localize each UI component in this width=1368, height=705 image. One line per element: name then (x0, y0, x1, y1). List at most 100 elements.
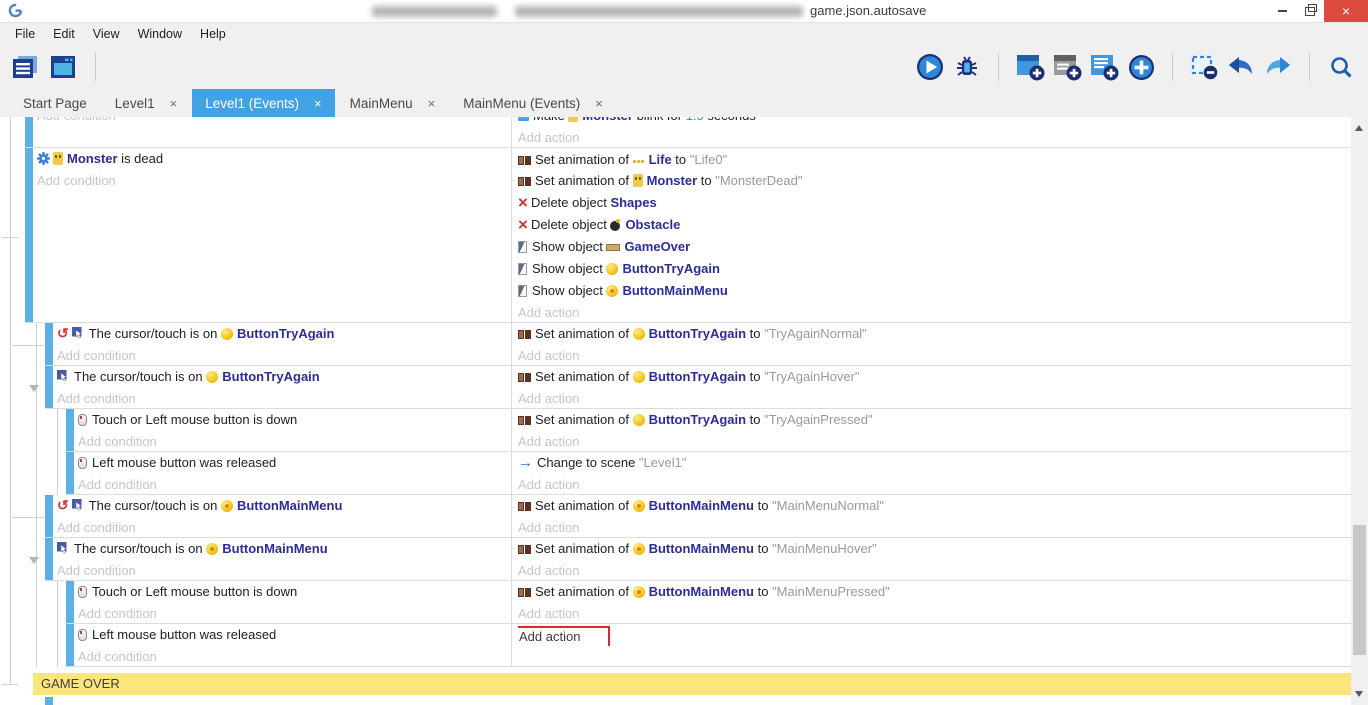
gdevelop-window: game.json.autosave × FileEditViewWindowH… (0, 0, 1368, 705)
project-manager-icon[interactable] (10, 51, 40, 83)
add-condition-placeholder[interactable]: Add condition (57, 388, 511, 408)
collapse-arrow-icon[interactable] (29, 385, 39, 392)
undo-icon[interactable] (1226, 51, 1256, 83)
search-icon[interactable] (1326, 51, 1356, 83)
add-action-placeholder[interactable]: Add action (518, 388, 1351, 408)
window-controls: × (1268, 0, 1368, 22)
condition-row[interactable]: Left mouse button was released (78, 624, 511, 646)
text-segment: Touch or Left mouse button is down (92, 584, 297, 599)
add-action-placeholder[interactable]: Add action (518, 345, 1351, 365)
condition-row[interactable]: Touch or Left mouse button is down (78, 409, 511, 431)
scroll-up-icon[interactable] (1355, 125, 1363, 131)
action-row[interactable]: →Change to scene "Level1" (518, 452, 1351, 474)
action-row[interactable]: Set animation of ButtonMainMenu to "Main… (518, 538, 1351, 560)
show-icon (518, 283, 532, 298)
tab-close-icon[interactable]: × (428, 96, 436, 111)
redacted-title-segment (372, 6, 497, 17)
add-condition-placeholder[interactable]: Add condition (37, 170, 511, 191)
add-condition-placeholder[interactable]: Add condition (57, 517, 511, 537)
scene-editor-icon[interactable] (48, 51, 78, 83)
condition-row[interactable]: Left mouse button was released (78, 452, 511, 474)
menu-item-file[interactable]: File (6, 23, 44, 45)
string-value: "MainMenuPressed" (772, 584, 890, 599)
action-row[interactable]: Set animation of ButtonTryAgain to "TryA… (518, 323, 1351, 345)
scroll-down-icon[interactable] (1355, 691, 1363, 697)
condition-row[interactable]: ↺The cursor/touch is on ButtonTryAgain (57, 323, 511, 345)
scrollbar-thumb[interactable] (1353, 525, 1366, 655)
menu-item-view[interactable]: View (84, 23, 129, 45)
object-name: ButtonTryAgain (649, 412, 747, 427)
tab-mainmenu[interactable]: MainMenu× (337, 89, 449, 118)
anim-icon (518, 326, 535, 341)
action-row[interactable]: Show object ButtonMainMenu (518, 280, 1351, 302)
string-value: "TryAgainPressed" (764, 412, 872, 427)
tab-close-icon[interactable]: × (595, 96, 603, 111)
comment-event[interactable]: GAME OVER (25, 673, 1351, 695)
add-condition-placeholder[interactable]: Add condition (78, 474, 511, 494)
collapse-arrow-icon[interactable] (29, 557, 39, 564)
action-row[interactable]: Set animation of Monster to "MonsterDead… (518, 170, 1351, 192)
restore-button[interactable] (1296, 0, 1324, 22)
add-action-placeholder[interactable]: Add action (518, 302, 1351, 322)
menu-item-edit[interactable]: Edit (44, 23, 84, 45)
action-row[interactable]: ×Delete object Shapes (518, 192, 1351, 214)
toolbar-separator (95, 53, 96, 81)
action-row[interactable]: Make Monster blink for 1.5 seconds (518, 117, 1351, 127)
add-action-highlighted[interactable]: Add action (518, 626, 610, 646)
bomb-icon (610, 217, 625, 232)
delete-selection-icon[interactable] (1189, 51, 1219, 83)
add-condition-placeholder[interactable]: Add condition (78, 431, 511, 451)
tab-mainmenu-events-[interactable]: MainMenu (Events)× (450, 89, 616, 118)
object-name: Shapes (610, 195, 656, 210)
text-segment: is dead (118, 151, 164, 166)
action-row[interactable]: Set animation of ButtonMainMenu to "Main… (518, 495, 1351, 517)
action-row[interactable]: Set animation of ButtonTryAgain to "TryA… (518, 366, 1351, 388)
add-action-placeholder[interactable]: Add action (518, 127, 1351, 147)
add-condition-placeholder[interactable]: Add condition (57, 345, 511, 365)
vertical-scrollbar[interactable] (1351, 117, 1368, 705)
text-segment: Show object (532, 261, 606, 276)
add-event-icon[interactable] (1015, 51, 1045, 83)
add-condition-placeholder[interactable]: Add condition (78, 603, 511, 623)
add-action-placeholder[interactable]: Add action (518, 560, 1351, 580)
add-action-placeholder[interactable]: Add action (518, 474, 1351, 494)
minimize-button[interactable] (1268, 0, 1296, 22)
condition-row[interactable]: The cursor/touch is on ButtonMainMenu (57, 538, 511, 560)
play-icon[interactable] (915, 51, 945, 83)
add-condition-placeholder[interactable]: Add condition (78, 646, 511, 666)
add-subevent-icon[interactable] (1052, 51, 1082, 83)
tab-start-page[interactable]: Start Page (10, 89, 100, 118)
menu-item-help[interactable]: Help (191, 23, 235, 45)
add-condition-placeholder[interactable]: Add condition (57, 560, 511, 580)
string-value: "MonsterDead" (715, 173, 802, 188)
debug-icon[interactable] (952, 51, 982, 83)
event-indent-bar (25, 117, 33, 147)
tab-level1-events-[interactable]: Level1 (Events)× (192, 89, 334, 118)
condition-row[interactable]: Touch or Left mouse button is down (78, 581, 511, 603)
object-name: ButtonTryAgain (237, 326, 335, 341)
action-row[interactable]: ×Delete object Obstacle (518, 214, 1351, 236)
action-row[interactable]: Add action (518, 624, 1351, 646)
tab-level1[interactable]: Level1× (102, 89, 190, 118)
action-row[interactable]: Show object ButtonTryAgain (518, 258, 1351, 280)
action-row[interactable]: Set animation of Life to "Life0" (518, 148, 1351, 170)
condition-row[interactable]: Monster is dead (37, 148, 511, 170)
add-new-event-icon[interactable] (1126, 51, 1156, 83)
menu-item-window[interactable]: Window (129, 23, 191, 45)
add-comment-icon[interactable] (1089, 51, 1119, 83)
conditions-column: ↺The cursor/touch is on ButtonMainMenuAd… (53, 495, 511, 537)
condition-row[interactable]: ↺The cursor/touch is on ButtonMainMenu (57, 495, 511, 517)
event-indent-bar (45, 366, 53, 408)
action-row[interactable]: Set animation of ButtonTryAgain to "TryA… (518, 409, 1351, 431)
action-row[interactable]: Show object GameOver (518, 236, 1351, 258)
add-condition-placeholder[interactable]: Add condition (37, 117, 511, 126)
redo-icon[interactable] (1263, 51, 1293, 83)
action-row[interactable]: Set animation of ButtonMainMenu to "Main… (518, 581, 1351, 603)
add-action-placeholder[interactable]: Add action (518, 603, 1351, 623)
condition-row[interactable]: The cursor/touch is on ButtonTryAgain (57, 366, 511, 388)
tab-close-icon[interactable]: × (314, 96, 322, 111)
add-action-placeholder[interactable]: Add action (518, 431, 1351, 451)
tab-close-icon[interactable]: × (170, 96, 178, 111)
add-action-placeholder[interactable]: Add action (518, 517, 1351, 537)
close-button[interactable]: × (1324, 0, 1368, 22)
